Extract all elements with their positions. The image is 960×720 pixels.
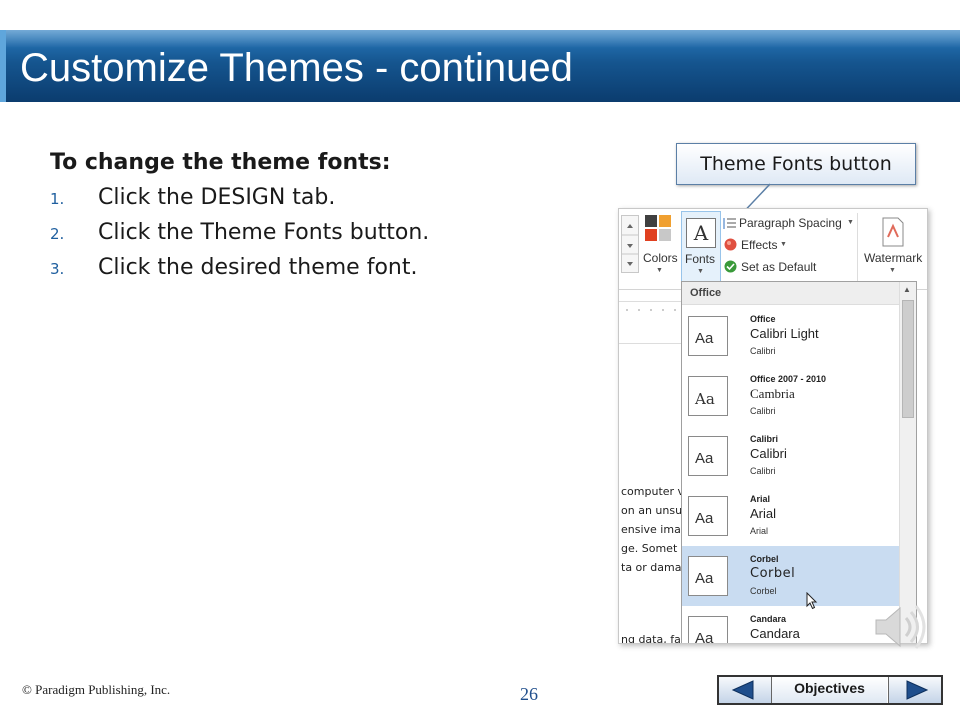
font-option-name: Candara [750,614,787,624]
font-option-name: Office 2007 - 2010 [750,374,827,384]
previous-slide-button[interactable] [719,677,772,703]
step-3: 3. Click the desired theme font. [50,255,570,280]
font-thumbnail: Aa [688,616,728,644]
colors-button-label[interactable]: Colors [643,251,678,265]
next-slide-button[interactable] [888,677,941,703]
color-swatch [645,215,657,227]
fonts-icon: A [686,218,716,248]
mouse-pointer-icon [806,592,818,610]
objectives-link[interactable]: Objectives [772,677,887,703]
copyright-notice: © Paradigm Publishing, Inc. [22,682,171,697]
step-number: 2. [50,225,65,243]
step-text: Click the DESIGN tab. [98,185,336,210]
font-option-corbel[interactable]: Aa Corbel Corbel Corbel [682,546,900,606]
instructions-heading: To change the theme fonts: [50,150,391,175]
dropdown-section-header: Office [682,282,908,305]
font-option-name: Arial [750,494,771,504]
font-thumbnail-text: Aa [695,330,714,347]
font-option-arial[interactable]: Aa Arial Arial Arial [682,486,900,546]
paragraph-spacing-button[interactable]: Paragraph Spacing [739,216,842,230]
font-option-name: Office [750,314,776,324]
step-2: 2. Click the Theme Fonts button. [50,220,570,245]
effects-button[interactable]: Effects [741,238,777,252]
theme-fonts-callout: Theme Fonts button [676,143,916,185]
font-option-heading: Cambria [750,386,795,401]
step-number: 3. [50,260,65,278]
step-text: Click the desired theme font. [98,255,418,280]
step-1: 1. Click the DESIGN tab. [50,185,570,210]
font-thumbnail: Aa [688,556,728,596]
color-swatch [659,229,671,241]
font-option-heading: Arial [750,506,777,521]
step-number: 1. [50,190,65,208]
step-text: Click the Theme Fonts button. [98,220,430,245]
slide-content: To change the theme fonts: 1. Click the … [50,150,570,290]
watermark-button[interactable]: Watermark [864,251,922,265]
font-thumbnail-text: Aa [695,510,714,527]
document-text-line: on an unsu [621,504,683,517]
scrollbar-thumb[interactable] [902,300,914,418]
checkmark-icon [724,260,737,273]
gallery-arrows-icon [622,224,638,266]
fonts-button-label: Fonts [685,252,716,266]
font-option-body: Calibri [750,466,776,476]
document-text-line: ng data, fa [621,633,681,644]
font-option-heading: Calibri [750,446,787,461]
font-thumbnail: Aa [688,436,728,476]
font-option-body: Calibri [750,406,776,416]
font-thumbnail-text: Aa [695,390,715,408]
paragraph-spacing-icon [723,218,736,229]
slide-navigation: Objectives [717,675,943,705]
color-swatch [659,215,671,227]
effects-icon [724,238,737,251]
document-text-line: ensive ima [621,523,681,536]
ruler-ticks [626,309,676,311]
effects-caret-icon: ▼ [780,241,787,248]
font-option-body: Corbel [750,586,777,596]
watermark-caret-icon: ▼ [889,267,896,274]
font-option-office-2007-2010[interactable]: Aa Office 2007 - 2010 Cambria Calibri [682,366,900,426]
font-option-office[interactable]: Aa Office Calibri Light Calibri [682,306,900,366]
word-screenshot: Colors ▼ A Fonts ▼ Paragraph Spacing ▼ E… [618,208,928,644]
scroll-up-icon[interactable]: ▲ [903,285,911,294]
font-option-name: Calibri [750,434,779,444]
speaker-icon[interactable] [870,598,928,656]
design-ribbon: Colors ▼ A Fonts ▼ Paragraph Spacing ▼ E… [619,209,927,290]
document-page-edge [619,343,681,344]
theme-fonts-button[interactable]: A Fonts ▼ [681,211,721,287]
font-thumbnail-text: Aa [695,450,714,467]
font-option-candara[interactable]: Aa Candara Candara [682,606,900,644]
font-thumbnail-text: Aa [695,570,714,587]
ruler [619,301,681,312]
watermark-icon [882,217,904,247]
document-text-line: computer v [621,485,685,498]
font-option-name: Corbel [750,554,779,564]
fonts-caret-icon: ▼ [697,268,704,275]
font-option-body: Calibri [750,346,776,356]
set-as-default-button[interactable]: Set as Default [741,260,816,274]
font-option-heading: Corbel [750,566,796,581]
font-thumbnail: Aa [688,376,728,416]
dropdown-scrollbar[interactable]: ▲ [899,282,916,643]
slide-title: Customize Themes - continued [20,46,573,90]
theme-fonts-dropdown: Office Aa Office Calibri Light Calibri A… [681,281,917,644]
font-thumbnail-text: Aa [695,630,714,644]
ribbon-divider [857,213,858,283]
document-text-line: ge. Somet [621,542,678,555]
font-thumbnail: Aa [688,316,728,356]
title-bar-edge [0,30,6,102]
color-swatch [645,229,657,241]
gallery-scroll-arrows[interactable] [621,215,639,273]
document-text-line: ta or dama [621,561,682,574]
paragraph-spacing-caret-icon: ▼ [847,219,854,226]
right-arrow-icon [906,680,929,700]
font-option-body: Arial [750,526,769,536]
font-option-calibri[interactable]: Aa Calibri Calibri Calibri [682,426,900,486]
colors-caret-icon: ▼ [656,267,663,274]
font-option-heading: Calibri Light [750,326,819,341]
left-arrow-icon [731,680,754,700]
page-number: 26 [520,684,538,704]
font-option-heading: Candara [750,626,800,641]
font-thumbnail: Aa [688,496,728,536]
